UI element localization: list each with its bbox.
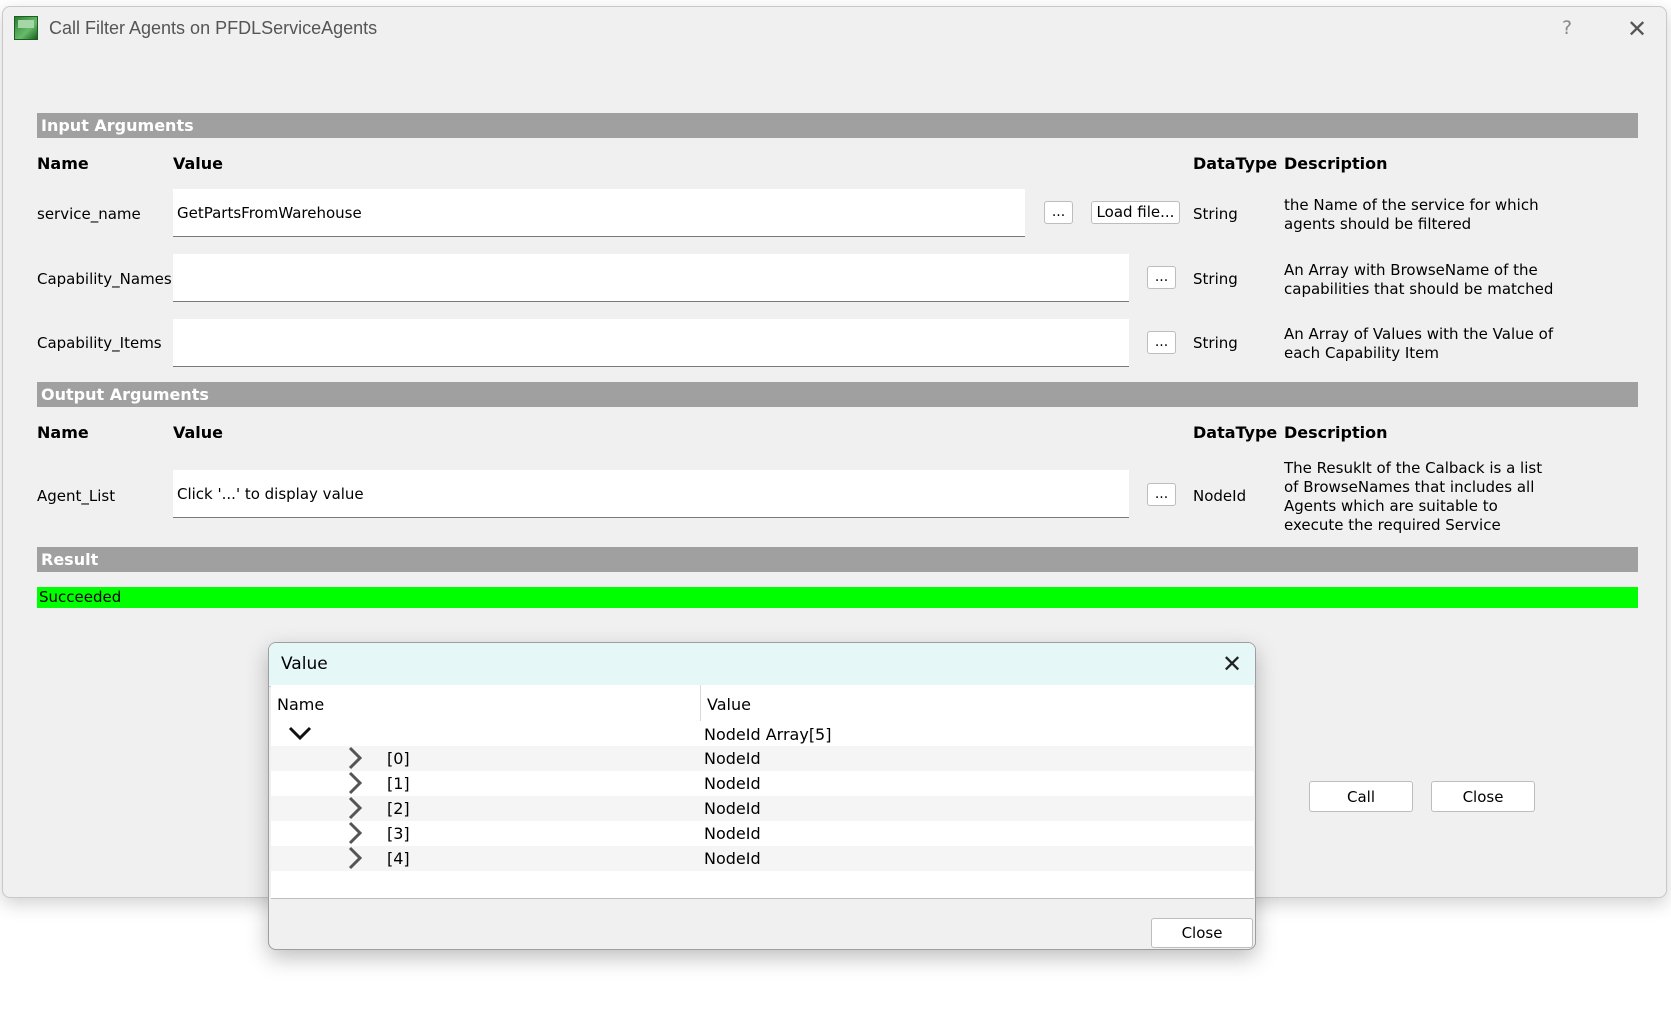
tree-row[interactable]: [1] NodeId <box>271 771 1255 796</box>
datatype-agent-list: NodeId <box>1193 487 1247 505</box>
input-value-header: Value <box>173 154 224 173</box>
input-arguments-header: Input Arguments <box>37 113 1638 138</box>
capability-names-browse-button[interactable]: ... <box>1147 266 1176 289</box>
tree-item-value: NodeId <box>704 824 761 843</box>
tree-item-name: [3] <box>387 824 410 843</box>
popup-title-bar: Value ✕ <box>269 643 1255 687</box>
popup-close-button[interactable]: Close <box>1151 918 1253 948</box>
datatype-capability-items: String <box>1193 334 1238 352</box>
capability-items-browse-button[interactable]: ... <box>1147 331 1176 354</box>
output-value-header: Value <box>173 423 224 442</box>
window-title: Call Filter Agents on PFDLServiceAgents <box>49 18 378 38</box>
tree-item-value: NodeId <box>704 799 761 818</box>
load-file-button[interactable]: Load file... <box>1091 201 1180 224</box>
agent-list-value[interactable]: Click '...' to display value <box>173 470 1129 518</box>
output-arguments-header: Output Arguments <box>37 382 1638 407</box>
tree-root-value: NodeId Array[5] <box>704 725 832 744</box>
output-datatype-header: DataType <box>1193 423 1278 442</box>
value-tree: Name Value NodeId Array[5] [0] NodeId [1… <box>271 685 1255 899</box>
tree-item-name: [0] <box>387 749 410 768</box>
arg-name-agent-list: Agent_List <box>37 487 116 505</box>
tree-value-header[interactable]: Value <box>707 695 751 714</box>
description-agent-list: The Resuklt of the Calback is a list of … <box>1284 459 1543 534</box>
popup-title: Value <box>281 654 328 674</box>
output-name-header: Name <box>37 423 89 442</box>
tree-item-name: [1] <box>387 774 410 793</box>
input-datatype-header: DataType <box>1193 154 1278 173</box>
tree-row[interactable]: [2] NodeId <box>271 796 1255 821</box>
tree-row[interactable]: [0] NodeId <box>271 746 1255 771</box>
capability-items-input[interactable] <box>173 319 1129 367</box>
service-name-browse-button[interactable]: ... <box>1044 201 1073 224</box>
title-bar: Call Filter Agents on PFDLServiceAgents … <box>3 7 1666 51</box>
help-icon[interactable]: ? <box>1555 15 1579 41</box>
description-capability-names: An Array with BrowseName of the capabili… <box>1284 261 1554 298</box>
tree-row[interactable]: [3] NodeId <box>271 821 1255 846</box>
capability-names-input[interactable] <box>173 254 1129 302</box>
tree-root-row[interactable]: NodeId Array[5] <box>271 721 1255 748</box>
chevron-right-icon[interactable] <box>347 846 363 875</box>
app-icon <box>14 16 38 40</box>
value-popup: Value ✕ Name Value NodeId Array[5] [0] N… <box>268 642 1256 950</box>
arg-name-capability-items: Capability_Items <box>37 334 162 352</box>
popup-close-icon[interactable]: ✕ <box>1217 649 1247 679</box>
tree-item-name: [2] <box>387 799 410 818</box>
tree-item-value: NodeId <box>704 774 761 793</box>
output-description-header: Description <box>1284 423 1388 442</box>
tree-column-divider[interactable] <box>700 685 701 721</box>
service-name-input[interactable]: GetPartsFromWarehouse <box>173 189 1025 237</box>
tree-item-name: [4] <box>387 849 410 868</box>
input-description-header: Description <box>1284 154 1388 173</box>
close-icon[interactable]: ✕ <box>1623 15 1651 43</box>
description-capability-items: An Array of Values with the Value of eac… <box>1284 325 1554 362</box>
close-button[interactable]: Close <box>1431 781 1535 812</box>
arg-name-capability-names: Capability_Names <box>37 270 172 288</box>
tree-item-value: NodeId <box>704 849 761 868</box>
result-header: Result <box>37 547 1638 572</box>
call-button[interactable]: Call <box>1309 781 1413 812</box>
arg-name-service-name: service_name <box>37 205 141 223</box>
tree-row[interactable]: [4] NodeId <box>271 846 1255 871</box>
description-service-name: the Name of the service for which agents… <box>1284 196 1539 233</box>
datatype-service-name: String <box>1193 205 1238 223</box>
input-name-header: Name <box>37 154 89 173</box>
agent-list-browse-button[interactable]: ... <box>1147 483 1176 506</box>
tree-item-value: NodeId <box>704 749 761 768</box>
result-status: Succeeded <box>37 587 1638 608</box>
datatype-capability-names: String <box>1193 270 1238 288</box>
tree-name-header[interactable]: Name <box>277 695 324 714</box>
